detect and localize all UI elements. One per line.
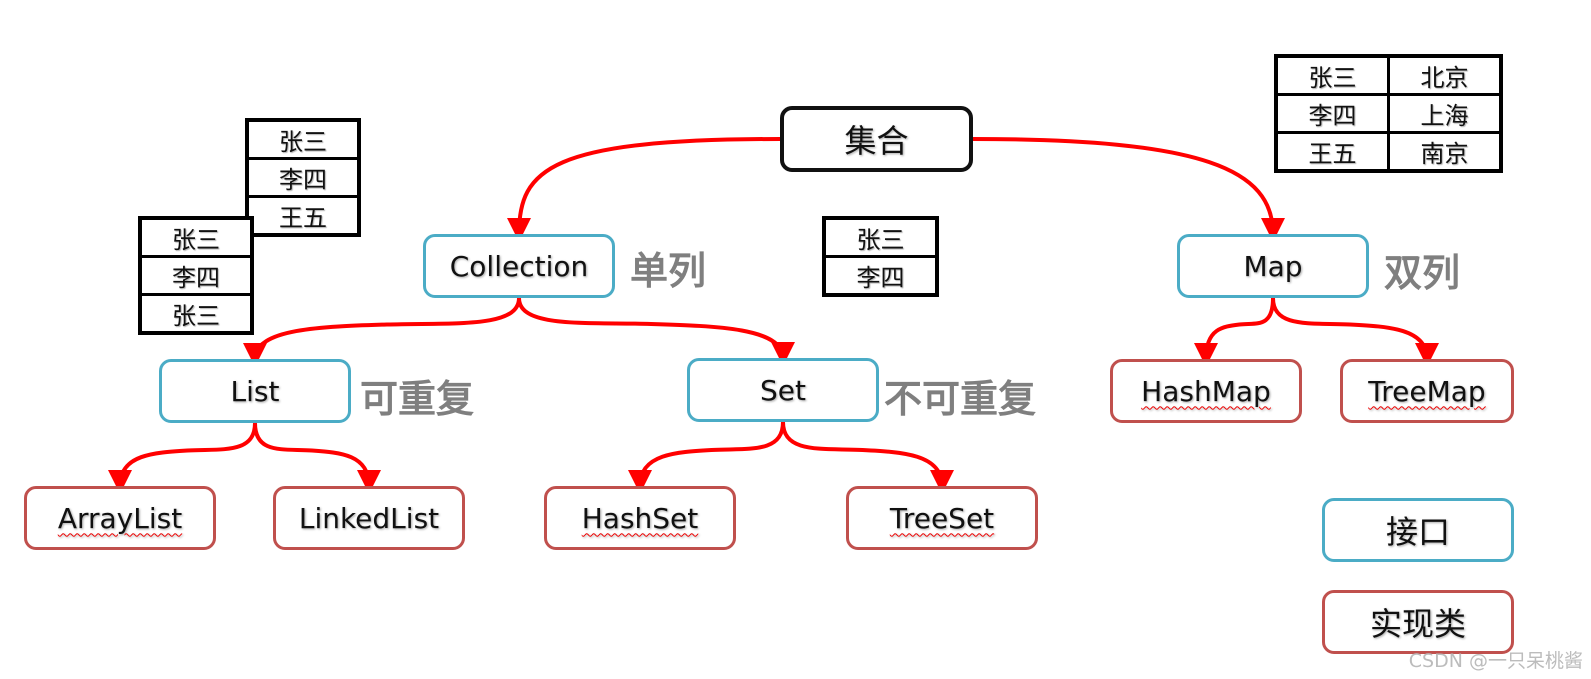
arrow-root-to-map	[972, 137, 1285, 242]
node-linkedlist-class: LinkedList	[273, 486, 465, 550]
node-hashmap-class: HashMap	[1110, 359, 1302, 423]
arrow-root-to-collection	[507, 137, 781, 242]
table-value-cell: 北京	[1387, 54, 1503, 96]
node-hashset-class: HashSet	[544, 486, 736, 550]
node-label: 集合	[844, 122, 909, 160]
node-label: ArrayList	[57, 501, 183, 535]
table-value-cell: 上海	[1387, 93, 1503, 134]
node-treeset-class: TreeSet	[846, 486, 1038, 550]
arrow-set-to-treeset	[781, 421, 954, 494]
node-set-interface: Set	[687, 358, 879, 422]
table-cell: 张三	[245, 118, 361, 160]
note-double-column: 双列	[1384, 251, 1461, 295]
set-example-table: 张三 李四	[822, 216, 939, 297]
node-treemap-class: TreeMap	[1340, 359, 1514, 423]
table-cell: 张三	[138, 293, 254, 335]
table-key-cell: 李四	[1274, 93, 1390, 134]
legend-label: 接口	[1385, 513, 1450, 551]
list-example-table-front: 张三 李四 张三	[138, 216, 254, 335]
arrow-map-to-hashmap	[1194, 297, 1275, 367]
note-repeatable: 可重复	[360, 377, 475, 421]
note-not-repeatable: 不可重复	[884, 377, 1037, 421]
legend-label: 实现类	[1369, 605, 1466, 643]
node-map-interface: Map	[1177, 234, 1369, 298]
legend-implementation: 实现类	[1322, 590, 1514, 654]
table-value-cell: 南京	[1387, 131, 1503, 173]
legend-interface: 接口	[1322, 498, 1514, 562]
table-cell: 王五	[245, 195, 361, 237]
node-collections-root: 集合	[780, 106, 973, 172]
node-label: Map	[1243, 249, 1303, 283]
node-label: HashSet	[581, 501, 699, 535]
arrow-collection-to-set	[517, 297, 795, 366]
node-list-interface: List	[159, 359, 351, 423]
table-cell: 李四	[245, 157, 361, 198]
table-cell: 李四	[822, 255, 939, 297]
node-label: Collection	[449, 249, 589, 283]
table-cell: 李四	[138, 255, 254, 296]
arrow-set-to-hashset	[628, 421, 785, 494]
watermark: CSDN @一只呆桃酱	[1408, 650, 1583, 672]
list-example-table-back: 张三 李四 王五	[245, 118, 361, 237]
node-label: LinkedList	[298, 501, 440, 535]
node-label: Set	[760, 373, 806, 407]
table-key-cell: 王五	[1274, 131, 1390, 173]
arrow-collection-to-list	[243, 297, 521, 367]
node-label: HashMap	[1141, 374, 1271, 408]
table-key-cell: 张三	[1274, 54, 1390, 96]
arrow-list-to-arraylist	[108, 422, 257, 494]
arrow-list-to-linkedlist	[253, 422, 381, 494]
node-collection-interface: Collection	[423, 234, 615, 298]
node-label: TreeMap	[1368, 374, 1486, 408]
map-example-table: 张三 北京 李四 上海 王五 南京	[1274, 54, 1503, 173]
arrow-map-to-treemap	[1271, 297, 1439, 367]
node-arraylist-class: ArrayList	[24, 486, 216, 550]
node-label: List	[230, 374, 280, 408]
table-cell: 张三	[138, 216, 254, 258]
note-single-column: 单列	[630, 249, 707, 293]
table-cell: 张三	[822, 216, 939, 258]
node-label: TreeSet	[889, 501, 995, 535]
